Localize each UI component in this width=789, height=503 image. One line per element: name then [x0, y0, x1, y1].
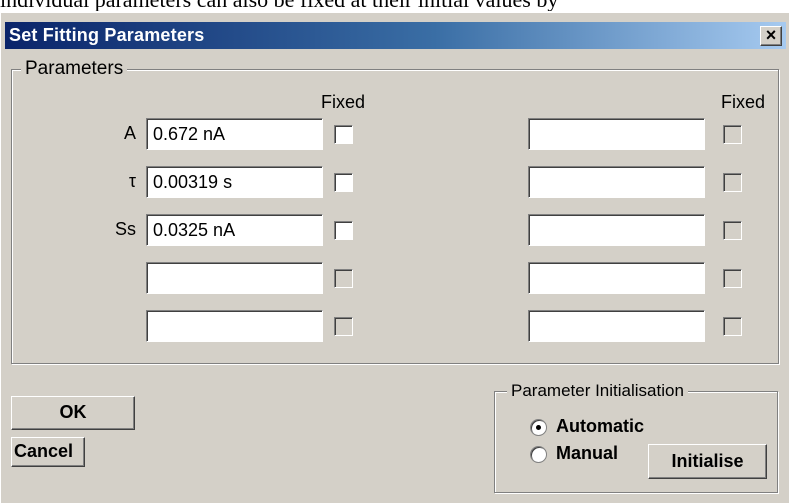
close-button[interactable]: × — [760, 26, 782, 46]
parameter-value-field[interactable]: 0.00319 s — [146, 166, 323, 198]
set-fitting-parameters-dialog: Set Fitting Parameters × Parameters Fixe… — [0, 12, 789, 503]
parameter-label: τ — [128, 171, 136, 191]
close-icon: × — [765, 25, 777, 45]
fixed-checkbox-right[interactable] — [723, 269, 742, 288]
parameter-value-field-right[interactable] — [528, 310, 705, 342]
parameter-label: A — [123, 123, 136, 143]
fixed-checkbox[interactable] — [334, 221, 353, 240]
fixed-header-left: Fixed — [321, 92, 366, 112]
fixed-checkbox[interactable] — [334, 125, 353, 144]
parameter-value-field-right[interactable] — [528, 262, 705, 294]
parameter-value-field-right[interactable] — [528, 118, 705, 150]
cancel-button[interactable]: Cancel — [11, 437, 85, 467]
initialise-button[interactable]: Initialise — [648, 444, 767, 479]
fixed-checkbox[interactable] — [334, 269, 353, 288]
initialisation-group-label: Parameter Initialisation — [507, 381, 688, 401]
fixed-checkbox-right[interactable] — [723, 221, 742, 240]
parameter-value-field[interactable]: 0.0325 nA — [146, 214, 323, 246]
parameter-value-field-right[interactable] — [528, 214, 705, 246]
parameter-value-field[interactable] — [146, 262, 323, 294]
automatic-radio-label[interactable]: Automatic — [556, 416, 644, 437]
parameter-label: Ss — [114, 219, 136, 239]
fixed-checkbox-right[interactable] — [723, 173, 742, 192]
fixed-checkbox[interactable] — [334, 317, 353, 336]
parameters-group-label: Parameters — [21, 58, 128, 80]
ok-button[interactable]: OK — [11, 396, 135, 430]
parameter-value-field[interactable] — [146, 310, 323, 342]
fixed-checkbox-right[interactable] — [723, 125, 742, 144]
title-bar[interactable]: Set Fitting Parameters × — [5, 22, 786, 49]
manual-radio[interactable] — [530, 446, 547, 463]
radio-selected-dot — [536, 425, 541, 430]
parameter-value-field-right[interactable] — [528, 166, 705, 198]
background-document-text: individual parameters can also be fixed … — [0, 0, 789, 11]
manual-radio-label[interactable]: Manual — [556, 443, 618, 464]
dialog-title: Set Fitting Parameters — [9, 25, 205, 45]
fixed-header-right: Fixed — [721, 92, 766, 112]
parameter-value-field[interactable]: 0.672 nA — [146, 118, 323, 150]
fixed-checkbox[interactable] — [334, 173, 353, 192]
fixed-checkbox-right[interactable] — [723, 317, 742, 336]
automatic-radio[interactable] — [530, 419, 547, 436]
